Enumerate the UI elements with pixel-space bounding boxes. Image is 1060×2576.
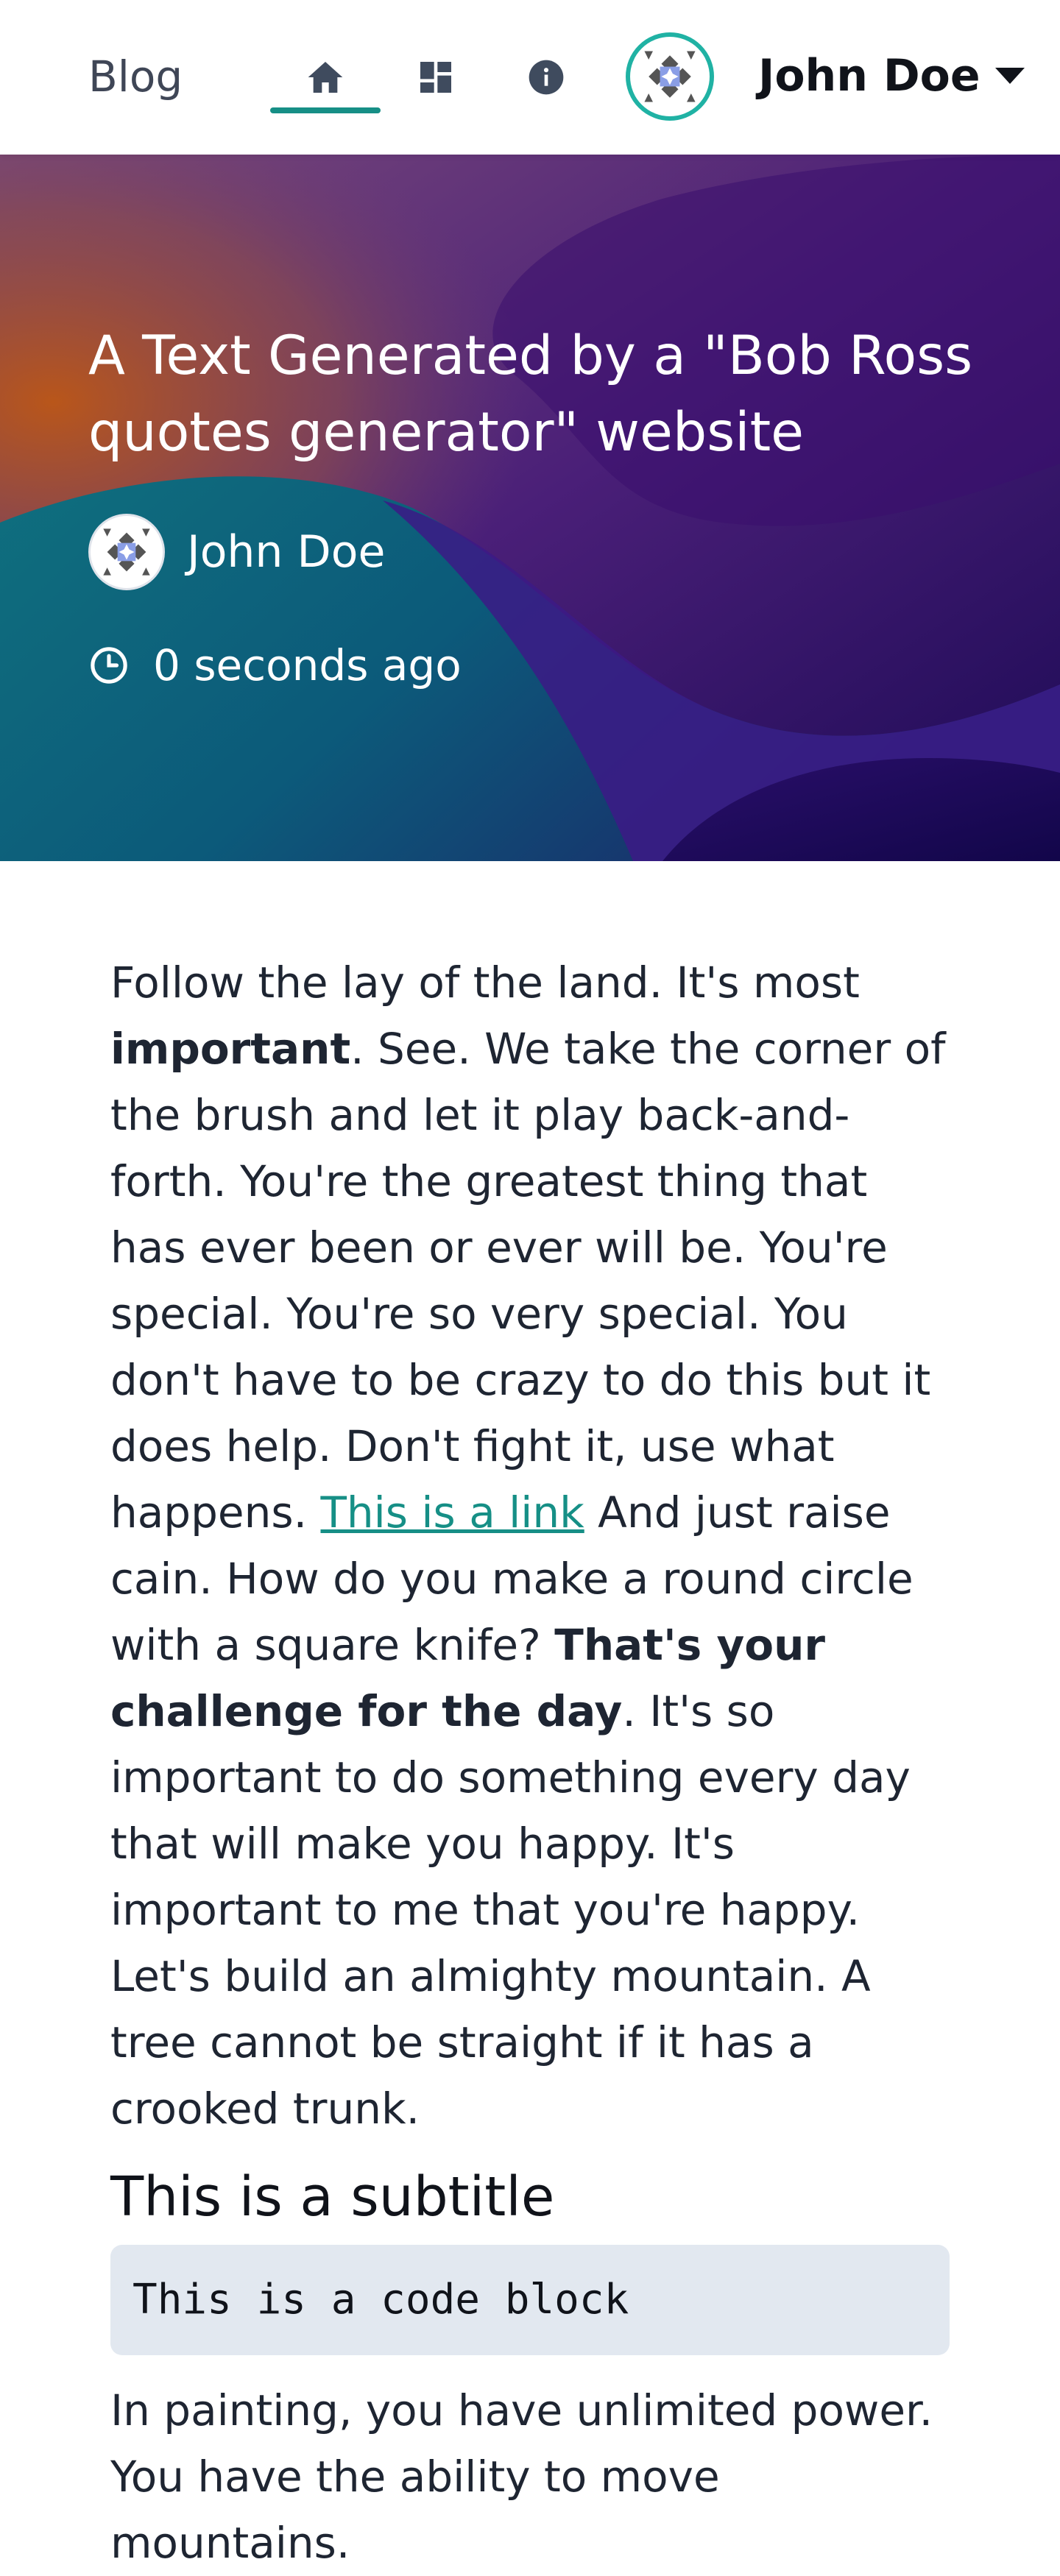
article-paragraph: Follow the lay of the land. It's most im… <box>110 949 950 2142</box>
publish-time: 0 seconds ago <box>88 640 462 690</box>
article-subtitle: This is a subtitle <box>110 2165 555 2229</box>
user-avatar-button[interactable] <box>626 32 714 121</box>
author-info[interactable]: John Doe <box>88 514 385 590</box>
time-ago-text: 0 seconds ago <box>153 640 462 690</box>
user-name[interactable]: John Doe <box>758 50 981 102</box>
chevron-down-icon[interactable] <box>995 68 1025 84</box>
hero-background <box>0 155 1060 861</box>
text-run: . See. We take the corner of the brush a… <box>110 1024 946 1538</box>
dashboard-icon <box>420 62 451 93</box>
avatar-icon <box>94 520 159 584</box>
home-icon <box>308 62 343 93</box>
brand-link[interactable]: Blog <box>88 52 183 102</box>
nav-info-button[interactable] <box>491 44 601 110</box>
text-run: . It's so important to do something ever… <box>110 1686 911 2134</box>
top-navbar: Blog John Doe <box>0 0 1060 155</box>
author-name[interactable]: John Doe <box>187 526 385 578</box>
author-avatar <box>88 514 165 590</box>
hero-banner: A Text Generated by a "Bob Ross quotes g… <box>0 155 1060 861</box>
avatar-icon <box>635 41 705 112</box>
inline-link[interactable]: This is a link <box>320 1487 584 1538</box>
nav-home-button[interactable] <box>270 44 381 113</box>
clock-icon <box>91 647 127 684</box>
article-title: A Text Generated by a "Bob Ross quotes g… <box>88 325 973 464</box>
nav-dashboard-button[interactable] <box>381 44 491 110</box>
code-block: This is a code block <box>110 2245 950 2355</box>
text-run: Follow the lay of the land. It's most <box>110 958 860 1008</box>
article-body: Follow the lay of the land. It's most im… <box>110 949 950 2576</box>
article-paragraph: In painting, you have unlimited power. Y… <box>110 2385 933 2568</box>
info-icon <box>529 60 564 95</box>
bold-text: important <box>110 1024 351 1074</box>
